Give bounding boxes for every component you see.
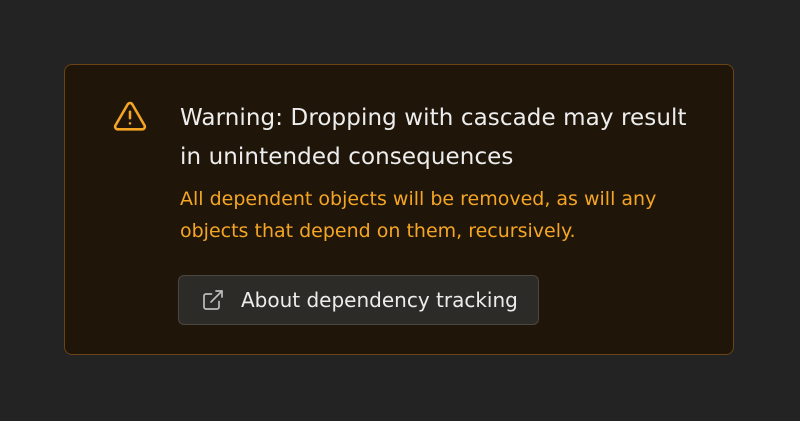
- about-dependency-tracking-button[interactable]: About dependency tracking: [178, 275, 539, 325]
- page: Warning: Dropping with cascade may resul…: [0, 0, 800, 421]
- alert-description: All dependent objects will be removed, a…: [180, 188, 657, 242]
- external-link-icon: [201, 288, 225, 312]
- warning-alert: Warning: Dropping with cascade may resul…: [64, 64, 734, 355]
- warning-triangle-icon: [113, 99, 147, 133]
- button-label: About dependency tracking: [241, 288, 518, 312]
- alert-title: Warning: Dropping with cascade may resul…: [180, 105, 687, 170]
